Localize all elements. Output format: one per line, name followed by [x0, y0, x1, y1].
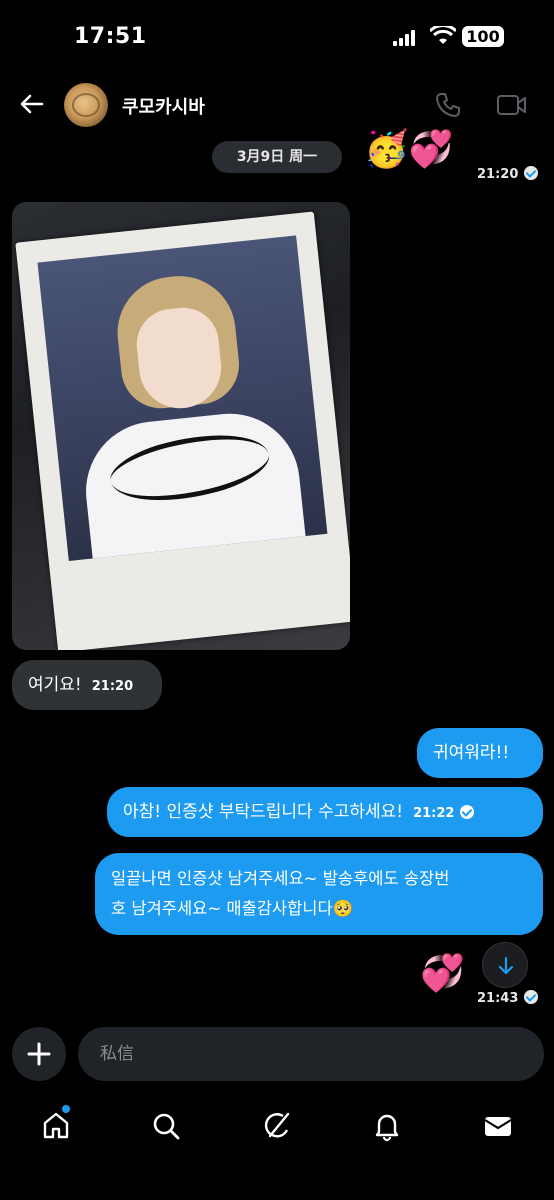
- message-text-line: 일끝나면 인증샷 남겨주세요~ 발송후에도 송장번: [111, 869, 450, 888]
- message-text: 아참! 인증샷 부탁드립니다 수고하세요!: [123, 802, 404, 822]
- outgoing-message[interactable]: 아참! 인증샷 부탁드립니다 수고하세요! 21:22: [107, 787, 543, 837]
- read-receipt-icon: [460, 805, 475, 819]
- wifi-icon: [430, 26, 456, 44]
- message-text: 여기요!: [28, 675, 82, 695]
- message-input[interactable]: [78, 1027, 544, 1081]
- incoming-message[interactable]: 여기요! 21:20: [12, 660, 162, 710]
- arrow-left-icon[interactable]: [16, 88, 48, 120]
- signal-icon: [393, 30, 415, 46]
- home-icon[interactable]: [40, 1110, 72, 1142]
- photo-image: [37, 235, 328, 561]
- message-text: 귀여워라!!: [433, 743, 510, 763]
- search-icon[interactable]: [150, 1110, 182, 1142]
- bottom-navigation: [0, 1100, 554, 1152]
- scroll-down-button[interactable]: [482, 942, 528, 988]
- contact-avatar[interactable]: [64, 83, 108, 127]
- plus-icon: [27, 1042, 51, 1066]
- polaroid-photo: [15, 211, 350, 650]
- outgoing-message[interactable]: 일끝나면 인증샷 남겨주세요~ 발송후에도 송장번 호 남겨주세요~ 매출감사합…: [95, 853, 543, 935]
- photo-message[interactable]: [12, 202, 350, 650]
- message-text-line: 호 남겨주세요~ 매출감사합니다🥺: [111, 899, 354, 918]
- arrow-down-icon: [498, 956, 514, 975]
- system-home-bar: [0, 1150, 554, 1200]
- heart-sticker-message[interactable]: 💞: [420, 952, 465, 996]
- date-separator: 3月9日 周一: [212, 141, 342, 173]
- heart-timestamp: 21:43: [477, 990, 539, 1006]
- sticker-timestamp: 21:20: [477, 166, 539, 182]
- contact-name[interactable]: 쿠모카시바: [122, 93, 205, 119]
- sticker-message[interactable]: 🥳💞: [364, 128, 454, 172]
- video-call-icon[interactable]: [496, 93, 528, 117]
- read-receipt-icon: [524, 166, 539, 180]
- notification-dot: [62, 1105, 70, 1113]
- chat-header: 쿠모카시바: [0, 76, 554, 134]
- outgoing-message[interactable]: 귀여워라!!: [417, 728, 543, 778]
- grok-icon[interactable]: [261, 1110, 293, 1142]
- battery-indicator: 100: [462, 26, 504, 47]
- message-time: 21:22: [413, 806, 455, 821]
- add-attachment-button[interactable]: [12, 1027, 66, 1081]
- phone-icon[interactable]: [434, 91, 462, 119]
- bell-icon[interactable]: [371, 1110, 403, 1142]
- mail-icon[interactable]: [482, 1110, 514, 1142]
- status-time: 17:51: [74, 24, 147, 49]
- message-time: 21:20: [91, 679, 134, 694]
- read-receipt-icon: [524, 990, 539, 1004]
- message-composer[interactable]: [78, 1027, 544, 1081]
- status-bar: 17:51 100: [0, 0, 554, 72]
